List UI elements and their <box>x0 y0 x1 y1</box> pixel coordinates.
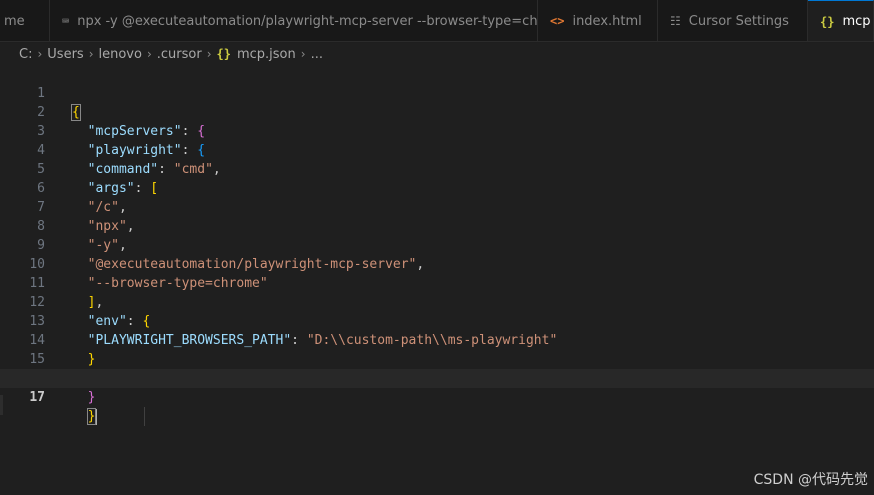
chevron-right-icon: › <box>206 47 212 61</box>
code-line[interactable]: 9 "@executeautomation/playwright-mcp-ser… <box>0 217 874 272</box>
indent-guide <box>144 407 145 426</box>
code-line[interactable]: 1 { <box>0 65 874 121</box>
code-text: } <box>87 390 96 405</box>
watermark: CSDN @代码先觉 <box>753 472 868 488</box>
code-line[interactable]: 11 ], <box>0 255 874 310</box>
code-line[interactable]: 7 "npx", <box>0 179 874 234</box>
code-editor[interactable]: 1 { 2 "mcpServers": { 3 "playwright": { … <box>0 65 874 495</box>
json-icon: {} <box>216 47 231 61</box>
settings-icon: ☷ <box>670 14 681 28</box>
chevron-right-icon: › <box>146 47 152 61</box>
code-line[interactable]: 12 "env": { <box>0 274 874 329</box>
tab-previous[interactable]: me <box>0 0 50 41</box>
breadcrumb-item-drive[interactable]: C: <box>19 47 32 62</box>
tab-mcp-json[interactable]: {} mcp <box>808 0 874 41</box>
breadcrumb-item-symbols[interactable]: ... <box>311 47 323 62</box>
code-line[interactable]: 16 } <box>0 350 874 405</box>
tab-bar: me ⌨ npx -y @executeautomation/playwrigh… <box>0 0 874 42</box>
tab-label: Cursor Settings <box>688 13 789 29</box>
code-line[interactable]: 15 } <box>0 331 874 386</box>
chevron-right-icon: › <box>300 47 306 61</box>
code-line[interactable]: 10 "--browser-type=chrome" <box>0 236 874 291</box>
code-line-current[interactable]: 17 } <box>0 369 874 426</box>
code-text: } <box>72 407 145 426</box>
code-line[interactable]: 2 "mcpServers": { <box>0 84 874 139</box>
breadcrumb-item-cursor[interactable]: .cursor <box>157 47 202 62</box>
chevron-right-icon: › <box>37 47 43 61</box>
breadcrumb-item-file[interactable]: mcp.json <box>237 47 296 62</box>
breadcrumb: C: › Users › lenovo › .cursor › {} mcp.j… <box>0 43 874 65</box>
tab-cursor-settings[interactable]: ☷ Cursor Settings <box>658 0 808 41</box>
code-line[interactable]: 13 "PLAYWRIGHT_BROWSERS_PATH": "D:\\cust… <box>0 293 874 348</box>
code-line[interactable]: 4 "command": "cmd", <box>0 122 874 177</box>
code-line[interactable]: 3 "playwright": { <box>0 103 874 158</box>
tab-terminal[interactable]: ⌨ npx -y @executeautomation/playwright-m… <box>50 0 571 41</box>
json-icon: {} <box>820 14 835 29</box>
code-line[interactable]: 5 "args": [ <box>0 141 874 196</box>
tab-label: index.html <box>572 13 642 29</box>
text-caret <box>95 408 98 425</box>
code-line[interactable]: 6 "/c", <box>0 160 874 215</box>
code-line[interactable]: 14 } <box>0 312 874 367</box>
tab-label: me <box>4 13 25 29</box>
breadcrumb-item-users[interactable]: Users <box>47 47 83 62</box>
terminal-icon: ⌨ <box>62 14 70 28</box>
line-number: 17 <box>29 390 45 405</box>
breadcrumb-item-lenovo[interactable]: lenovo <box>99 47 142 62</box>
chevron-right-icon: › <box>88 47 94 61</box>
code-line[interactable]: 8 "-y", <box>0 198 874 253</box>
tab-index-html[interactable]: <> index.html <box>538 0 658 41</box>
html-icon: <> <box>550 14 565 28</box>
tab-label: mcp <box>842 14 871 29</box>
tab-label: npx -y @executeautomation/playwright-mcp… <box>77 13 572 29</box>
